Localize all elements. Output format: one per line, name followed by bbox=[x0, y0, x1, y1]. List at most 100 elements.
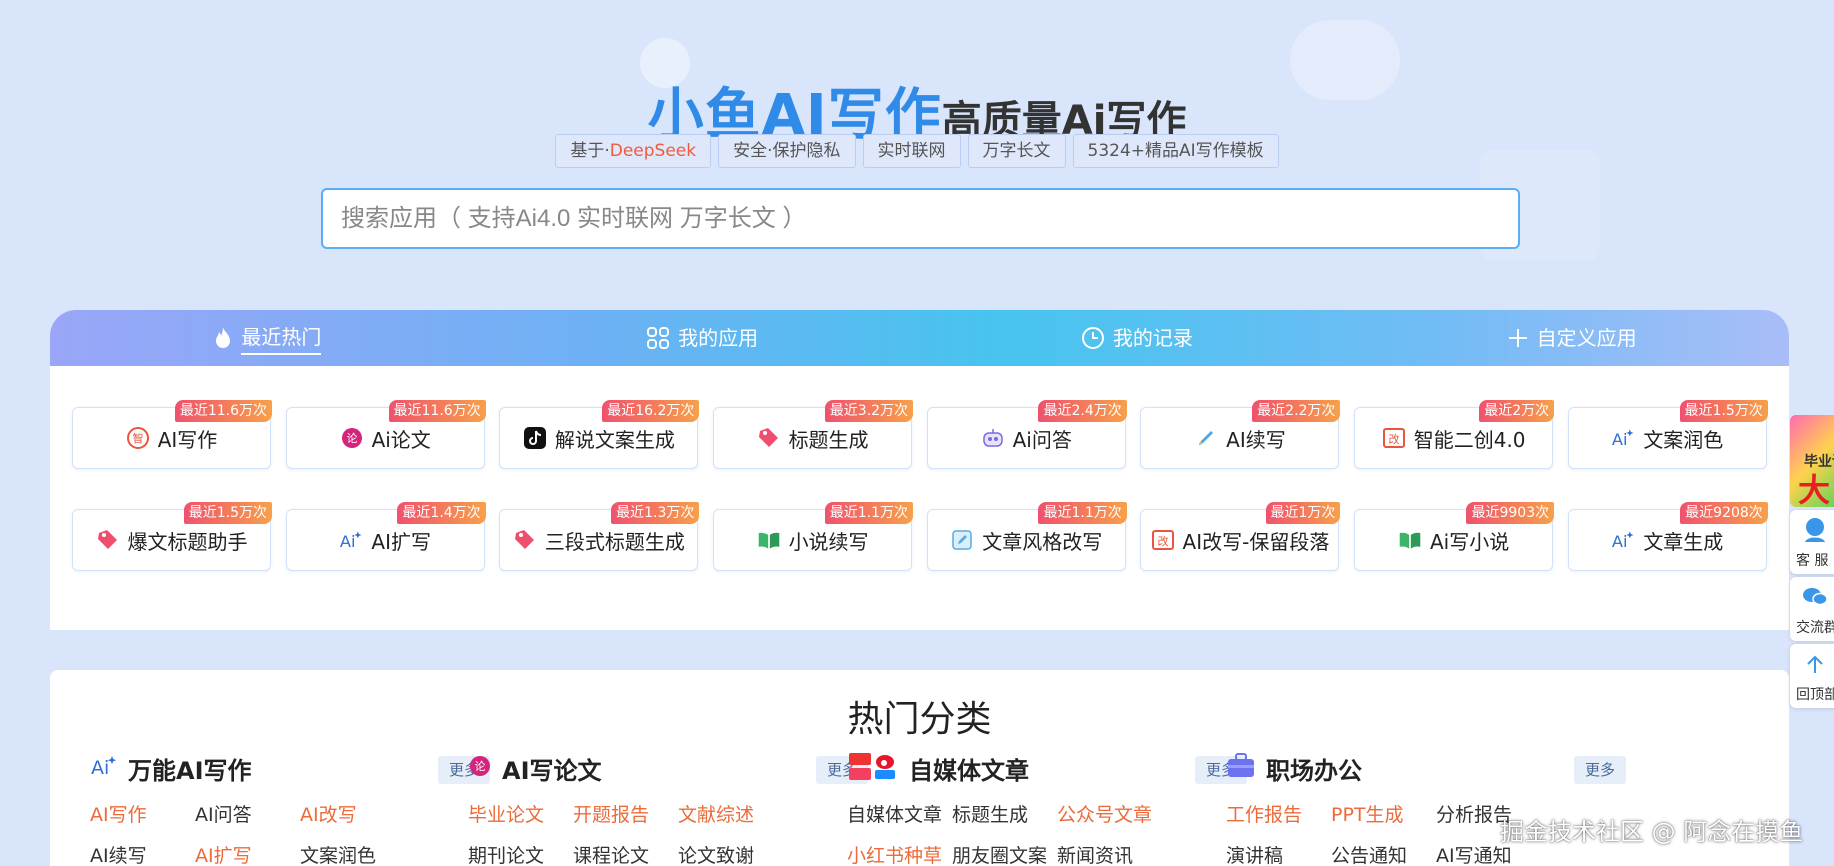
category-link[interactable]: 演讲稿 bbox=[1226, 841, 1331, 866]
group-button[interactable]: 交流群 bbox=[1790, 577, 1834, 641]
feature-tag: 万字长文 bbox=[967, 134, 1066, 168]
tab-my-records[interactable]: 我的记录 bbox=[920, 310, 1355, 366]
usage-badge: 最近1.5万次 bbox=[1679, 400, 1768, 422]
usage-badge: 最近1.4万次 bbox=[397, 502, 486, 524]
app-card[interactable]: 最近9208次 Ai 文章生成 bbox=[1567, 502, 1768, 571]
feature-tag: 实时联网 bbox=[862, 134, 961, 168]
app-name: Ai写小说 bbox=[1430, 529, 1510, 554]
category-link[interactable]: 公众号文章 bbox=[1057, 800, 1162, 827]
feature-tags: 基于·DeepSeek 安全·保护隐私 实时联网 万字长文 5324+精品AI写作模板 bbox=[0, 134, 1834, 168]
category-link[interactable]: 文献综述 bbox=[678, 800, 783, 827]
category-link[interactable]: AI写作 bbox=[90, 800, 195, 827]
category-header: 职场办公 更多 bbox=[1226, 750, 1626, 786]
category-title: 职场办公 bbox=[1266, 756, 1362, 785]
category-column: 职场办公 更多 工作报告 PPT生成 分析报告 演讲稿 公告通知 AI写通知 bbox=[1226, 750, 1626, 866]
category-link[interactable]: 课程论文 bbox=[573, 841, 678, 866]
svg-text:论: 论 bbox=[475, 759, 486, 773]
app-name: 爆文标题助手 bbox=[127, 529, 248, 554]
app-name: AI写作 bbox=[157, 427, 218, 452]
ai-sparkle-icon: Ai bbox=[339, 528, 363, 552]
app-card[interactable]: 最近9903次 Ai写小说 bbox=[1354, 502, 1555, 571]
book-icon bbox=[757, 528, 781, 552]
category-link[interactable]: AI问答 bbox=[195, 800, 300, 827]
app-card[interactable]: 最近1.3万次 三段式标题生成 bbox=[499, 502, 700, 571]
customer-service-button[interactable]: 客 服 bbox=[1790, 510, 1834, 574]
category-column: 论 AI写论文 更多 毕业论文 开题报告 文献综述 期刊论文 课程论文 论文致谢 bbox=[468, 750, 868, 866]
plus-icon bbox=[1507, 327, 1529, 349]
app-name: AI续写 bbox=[1226, 427, 1286, 452]
app-name: Ai论文 bbox=[371, 427, 431, 452]
app-card[interactable]: 最近11.6万次智 AI写作 bbox=[72, 400, 272, 469]
category-title: 自媒体文章 bbox=[909, 756, 1029, 785]
svg-text:Ai: Ai bbox=[1612, 532, 1628, 551]
floating-sidebar: 毕业论 大 客 服 交流群 回顶部 bbox=[1790, 415, 1834, 708]
rewrite-icon: 改 bbox=[1382, 426, 1406, 450]
app-card[interactable]: 最近1万次改 AI改写-保留段落 bbox=[1140, 502, 1341, 571]
app-name: AI改写-保留段落 bbox=[1182, 529, 1330, 554]
app-card[interactable]: 最近1.1万次 小说续写 bbox=[713, 502, 914, 571]
feature-tag-text: 实时联网 bbox=[877, 141, 946, 161]
usage-badge: 最近1.1万次 bbox=[824, 502, 914, 524]
category-link[interactable]: 自媒体文章 bbox=[847, 800, 952, 827]
usage-badge: 最近11.6万次 bbox=[388, 400, 486, 422]
lun-badge-icon: 论 bbox=[468, 754, 492, 782]
svg-text:智: 智 bbox=[132, 431, 143, 445]
category-link[interactable]: 公告通知 bbox=[1331, 841, 1436, 866]
app-card[interactable]: 最近3.2万次 标题生成 bbox=[713, 400, 914, 469]
tab-label: 我的记录 bbox=[1112, 326, 1193, 350]
app-name: 文章风格改写 bbox=[982, 529, 1103, 554]
app-grid: 最近11.6万次智 AI写作 最近11.6万次论 Ai论文 最近16.2万次 解说文案生成… bbox=[72, 400, 1768, 571]
more-button[interactable]: 更多 bbox=[1574, 756, 1626, 784]
app-card[interactable]: 最近16.2万次解说文案生成 bbox=[499, 400, 700, 469]
app-card[interactable]: 最近1.5万次 爆文标题助手 bbox=[72, 502, 272, 571]
ai-sparkle-icon: Ai bbox=[1611, 426, 1635, 450]
category-link[interactable]: PPT生成 bbox=[1331, 800, 1436, 827]
category-link[interactable]: 朋友圈文案 bbox=[952, 841, 1057, 866]
svg-text:Ai: Ai bbox=[91, 757, 109, 778]
tab-recent-hot[interactable]: 最近热门 bbox=[50, 310, 485, 366]
robot-icon bbox=[981, 426, 1005, 450]
headset-icon bbox=[1805, 518, 1825, 542]
app-card[interactable]: 最近11.6万次论 Ai论文 bbox=[285, 400, 486, 469]
category-links: AI写作 AI问答 AI改写 AI续写 AI扩写 文案润色 bbox=[90, 800, 490, 866]
search-input[interactable]: 搜索应用（ 支持Ai4.0 实时联网 万字长文 ） bbox=[321, 188, 1520, 249]
category-link[interactable]: 小红书种草 bbox=[847, 841, 952, 866]
category-link[interactable]: 论文致谢 bbox=[678, 841, 783, 866]
back-to-top-button[interactable]: 回顶部 bbox=[1790, 644, 1834, 708]
app-name: AI扩写 bbox=[371, 529, 431, 554]
tab-custom-apps[interactable]: 自定义应用 bbox=[1354, 310, 1789, 366]
usage-badge: 最近1万次 bbox=[1265, 502, 1341, 524]
svg-text:Ai: Ai bbox=[1612, 430, 1628, 449]
app-card[interactable]: 最近1.1万次 文章风格改写 bbox=[926, 502, 1127, 571]
category-column: 自媒体文章 更多 自媒体文章 标题生成 公众号文章 小红书种草 朋友圈文案 新闻资讯 bbox=[847, 750, 1247, 866]
usage-badge: 最近16.2万次 bbox=[602, 400, 700, 422]
pencil-icon bbox=[1194, 426, 1218, 450]
category-link[interactable]: 新闻资讯 bbox=[1057, 841, 1162, 866]
feature-tag: 5324+精品AI写作模板 bbox=[1072, 134, 1279, 168]
media-logos-icon bbox=[847, 751, 899, 785]
promo-banner[interactable]: 毕业论 大 bbox=[1790, 415, 1834, 507]
app-name: 解说文案生成 bbox=[554, 427, 675, 452]
app-card[interactable]: 最近1.5万次 Ai 文案润色 bbox=[1567, 400, 1768, 469]
category-link[interactable]: 标题生成 bbox=[952, 800, 1057, 827]
category-link[interactable]: AI改写 bbox=[300, 800, 405, 827]
app-card[interactable]: 最近1.4万次 Ai AI扩写 bbox=[285, 502, 486, 571]
tab-bar: 最近热门 我的应用 我的记录 自定义应用 bbox=[50, 310, 1789, 366]
app-card[interactable]: 最近2.2万次 AI续写 bbox=[1140, 400, 1341, 469]
app-card[interactable]: 最近2万次改智能二创4.0 bbox=[1354, 400, 1555, 469]
zhi-badge-icon: 智 bbox=[126, 426, 150, 450]
apps-panel: 最近热门 我的应用 我的记录 自定义应用 最近11.6万次智 AI写作 最近11.6万次论… bbox=[50, 310, 1789, 630]
category-link[interactable]: 期刊论文 bbox=[468, 841, 573, 866]
usage-badge: 最近9208次 bbox=[1680, 502, 1768, 524]
usage-badge: 最近3.2万次 bbox=[824, 400, 914, 422]
category-link[interactable]: 毕业论文 bbox=[468, 800, 573, 827]
category-header: 自媒体文章 更多 bbox=[847, 750, 1247, 786]
category-link[interactable]: AI续写 bbox=[90, 841, 195, 866]
app-card[interactable]: 最近2.4万次 Ai问答 bbox=[926, 400, 1127, 469]
category-link[interactable]: 工作报告 bbox=[1226, 800, 1331, 827]
page: 小鱼AI写作高质量Ai写作 基于·DeepSeek 安全·保护隐私 实时联网 万字长文… bbox=[0, 0, 1834, 866]
category-link[interactable]: 文案润色 bbox=[300, 841, 405, 866]
tab-my-apps[interactable]: 我的应用 bbox=[485, 310, 920, 366]
category-link[interactable]: 开题报告 bbox=[573, 800, 678, 827]
category-link[interactable]: AI扩写 bbox=[195, 841, 300, 866]
